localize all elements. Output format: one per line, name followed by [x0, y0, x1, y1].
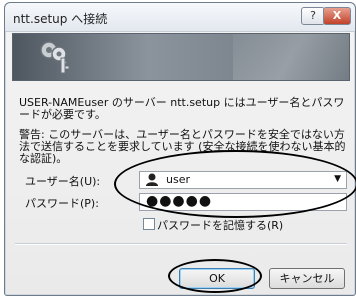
username-label: ユーザー名(U): — [25, 175, 101, 188]
remember-password-label[interactable]: パスワードを記憶する(R) — [157, 217, 283, 233]
cancel-button[interactable]: キャンセル — [269, 268, 345, 289]
password-label: パスワード(P): — [25, 197, 99, 210]
user-icon — [146, 173, 158, 186]
remember-password-checkbox[interactable] — [143, 218, 155, 230]
username-combobox[interactable]: user ▼ — [139, 171, 347, 189]
security-warning: 警告: このサーバーは、ユーザー名とパスワードを安全ではない方法で送信することを… — [19, 128, 346, 165]
window-title: ntt.setup へ接続 — [13, 12, 108, 26]
divider — [15, 243, 347, 245]
banner-decoration — [233, 34, 349, 80]
help-button[interactable]: ? — [301, 7, 325, 25]
ok-button[interactable]: OK — [179, 268, 255, 289]
connect-dialog: ntt.setup へ接続 ? X USER-NAMEuser のサーバー nt… — [4, 2, 356, 296]
chevron-down-icon[interactable]: ▼ — [334, 174, 341, 184]
username-value: user — [166, 173, 190, 186]
keys-icon — [40, 41, 70, 74]
title-bar: ntt.setup へ接続 ? X — [5, 3, 355, 32]
server-message: USER-NAMEuser のサーバー ntt.setup にはユーザー名とパス… — [19, 96, 345, 121]
password-field[interactable]: ●●●●● — [139, 193, 347, 211]
password-value: ●●●●● — [146, 193, 213, 209]
close-button[interactable]: X — [323, 7, 351, 25]
dialog-banner — [12, 33, 350, 81]
